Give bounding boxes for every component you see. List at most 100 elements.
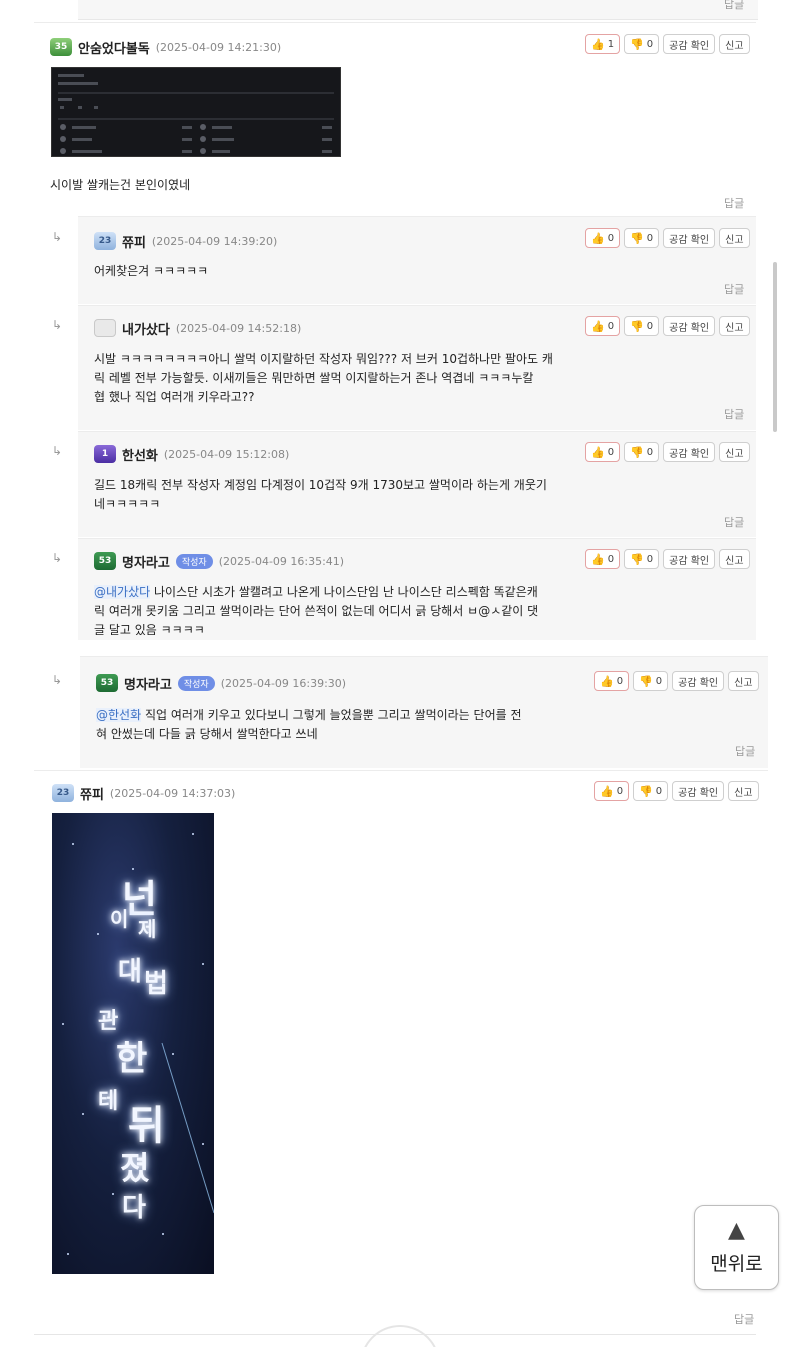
dislike-button[interactable]: 👎 0 bbox=[633, 671, 669, 691]
thumbs-down-icon: 👎 bbox=[639, 784, 653, 798]
nickname[interactable]: 안숨었다볼독 bbox=[78, 38, 150, 57]
thumbs-up-icon: 👍 bbox=[591, 445, 605, 459]
dislike-button[interactable]: 👎 0 bbox=[624, 228, 660, 248]
confirm-button[interactable]: 공감 확인 bbox=[672, 671, 725, 691]
reply-arrow-icon: ↳ bbox=[52, 318, 63, 332]
comment-text: @한선화 직업 여러개 키우고 있다보니 그렇게 늘었을뿐 그리고 쌀먹이라는 … bbox=[96, 708, 522, 741]
confirm-button[interactable]: 공감 확인 bbox=[663, 34, 716, 54]
comment-text: @내가샀다 나이스단 시초가 쌀캘려고 나온게 나이스단임 난 나이스단 리스펙… bbox=[94, 585, 539, 637]
nickname[interactable]: 명자라고 bbox=[124, 674, 172, 693]
thumbs-up-icon: 👍 bbox=[600, 784, 614, 798]
level-badge-icon: 53 bbox=[94, 552, 116, 570]
reply-arrow-icon: ↳ bbox=[52, 551, 63, 565]
thumbs-up-icon: 👍 bbox=[591, 319, 605, 333]
like-button[interactable]: 👍 0 bbox=[585, 316, 621, 336]
thumbs-down-icon: 👎 bbox=[630, 552, 644, 566]
dislike-button[interactable]: 👎 0 bbox=[624, 316, 660, 336]
comment-date: (2025-04-09 16:39:30) bbox=[220, 676, 347, 690]
comment-date: (2025-04-09 14:21:30) bbox=[155, 40, 282, 54]
thumbs-up-icon: 👍 bbox=[591, 37, 605, 51]
report-button[interactable]: 신고 bbox=[719, 228, 750, 248]
reply-arrow-icon: ↳ bbox=[52, 673, 63, 687]
level-badge-icon: 23 bbox=[52, 784, 74, 802]
nickname[interactable]: 쮸피 bbox=[122, 232, 146, 251]
author-badge: 작성자 bbox=[175, 553, 213, 569]
reply-link[interactable]: 답글 bbox=[734, 1311, 754, 1327]
confirm-button[interactable]: 공감 확인 bbox=[663, 228, 716, 248]
poster-glyph: 법 bbox=[144, 969, 168, 999]
poster-glyph: 이 bbox=[110, 907, 129, 931]
poster-glyph: 제 bbox=[138, 917, 157, 941]
up-arrow-icon: ▲ bbox=[728, 1218, 745, 1243]
like-button[interactable]: 👍 0 bbox=[594, 781, 630, 801]
like-button[interactable]: 👍 0 bbox=[585, 228, 621, 248]
poster-glyph: 테 bbox=[98, 1088, 119, 1114]
author-badge: 작성자 bbox=[177, 675, 215, 691]
attached-image[interactable]: 넌 이 제 대 법 관 한 테 뒤 졌 다 bbox=[52, 813, 214, 1274]
report-button[interactable]: 신고 bbox=[719, 34, 750, 54]
comment-reply: 내가샀다 (2025-04-09 14:52:18) 👍 0 👎 0 공감 확인 신… bbox=[78, 305, 756, 430]
level-badge-icon: 35 bbox=[50, 38, 72, 56]
reply-link[interactable]: 답글 bbox=[724, 406, 744, 422]
mention-link[interactable]: @한선화 bbox=[96, 708, 142, 722]
comment-date: (2025-04-09 14:39:20) bbox=[151, 234, 278, 248]
report-button[interactable]: 신고 bbox=[719, 316, 750, 336]
reply-link[interactable]: 답글 bbox=[724, 514, 744, 530]
thumbs-up-icon: 👍 bbox=[591, 231, 605, 245]
comment-text: 어케찾은겨 ㅋㅋㅋㅋㅋ bbox=[94, 264, 209, 278]
nickname[interactable]: 명자라고 bbox=[122, 552, 170, 571]
reply-arrow-icon: ↳ bbox=[52, 230, 63, 244]
comment-text: 시이발 쌀캐는건 본인이였네 bbox=[50, 178, 191, 192]
confirm-button[interactable]: 공감 확인 bbox=[672, 781, 725, 801]
scrollbar[interactable] bbox=[773, 262, 777, 432]
confirm-button[interactable]: 공감 확인 bbox=[663, 316, 716, 336]
like-button[interactable]: 👍 1 bbox=[585, 34, 621, 54]
thumbs-down-icon: 👎 bbox=[630, 37, 644, 51]
reply-link[interactable]: 답글 bbox=[735, 743, 755, 759]
comment-reply: 53 명자라고 작성자 (2025-04-09 16:39:30) 👍 0 👎 0 … bbox=[80, 656, 768, 768]
confirm-button[interactable]: 공감 확인 bbox=[663, 549, 716, 569]
like-button[interactable]: 👍 0 bbox=[585, 442, 621, 462]
level-badge-icon: 23 bbox=[94, 232, 116, 250]
dislike-button[interactable]: 👎 0 bbox=[624, 34, 660, 54]
reply-link[interactable]: 답글 bbox=[724, 281, 744, 297]
comment-date: (2025-04-09 16:35:41) bbox=[218, 554, 345, 568]
level-badge-icon: 53 bbox=[96, 674, 118, 692]
comment-date: (2025-04-09 14:52:18) bbox=[175, 321, 302, 335]
reply-link[interactable]: 답글 bbox=[724, 195, 744, 211]
like-button[interactable]: 👍 0 bbox=[585, 549, 621, 569]
attached-screenshot[interactable] bbox=[51, 67, 341, 157]
thumbs-down-icon: 👎 bbox=[630, 231, 644, 245]
poster-glyph: 다 bbox=[122, 1193, 146, 1223]
reply-link[interactable]: 답글 bbox=[724, 0, 744, 12]
comment-text: 길드 18캐릭 전부 작성자 계정임 다계정이 10겁작 9개 1730보고 쌀… bbox=[94, 478, 547, 511]
level-badge-icon bbox=[94, 319, 116, 337]
scroll-to-top-label: 맨위로 bbox=[710, 1253, 763, 1275]
report-button[interactable]: 신고 bbox=[719, 442, 750, 462]
poster-glyph: 졌 bbox=[120, 1149, 150, 1187]
report-button[interactable]: 신고 bbox=[728, 781, 759, 801]
nickname[interactable]: 내가샀다 bbox=[122, 319, 170, 338]
dislike-button[interactable]: 👎 0 bbox=[624, 549, 660, 569]
reply-arrow-icon: ↳ bbox=[52, 444, 63, 458]
thumbs-down-icon: 👎 bbox=[630, 445, 644, 459]
dislike-button[interactable]: 👎 0 bbox=[624, 442, 660, 462]
scroll-to-top-button[interactable]: ▲ 맨위로 bbox=[694, 1205, 779, 1290]
comment-reply: 1 한선화 (2025-04-09 15:12:08) 👍 0 👎 0 공감 확인 … bbox=[78, 431, 756, 537]
mention-link[interactable]: @내가샀다 bbox=[94, 585, 151, 599]
like-button[interactable]: 👍 0 bbox=[594, 671, 630, 691]
report-button[interactable]: 신고 bbox=[719, 549, 750, 569]
poster-glyph: 대 bbox=[118, 957, 142, 987]
poster-glyph: 한 bbox=[116, 1039, 148, 1079]
dislike-button[interactable]: 👎 0 bbox=[633, 781, 669, 801]
previous-comment-stub bbox=[78, 0, 758, 20]
thumbs-down-icon: 👎 bbox=[630, 319, 644, 333]
report-button[interactable]: 신고 bbox=[728, 671, 759, 691]
comment-date: (2025-04-09 14:37:03) bbox=[109, 786, 236, 800]
comment-reply: 23 쮸피 (2025-04-09 14:39:20) 👍 0 👎 0 공감 확인 … bbox=[78, 216, 756, 304]
nickname[interactable]: 쮸피 bbox=[80, 784, 104, 803]
nickname[interactable]: 한선화 bbox=[122, 445, 158, 464]
confirm-button[interactable]: 공감 확인 bbox=[663, 442, 716, 462]
thumbs-down-icon: 👎 bbox=[639, 674, 653, 688]
level-badge-icon: 1 bbox=[94, 445, 116, 463]
